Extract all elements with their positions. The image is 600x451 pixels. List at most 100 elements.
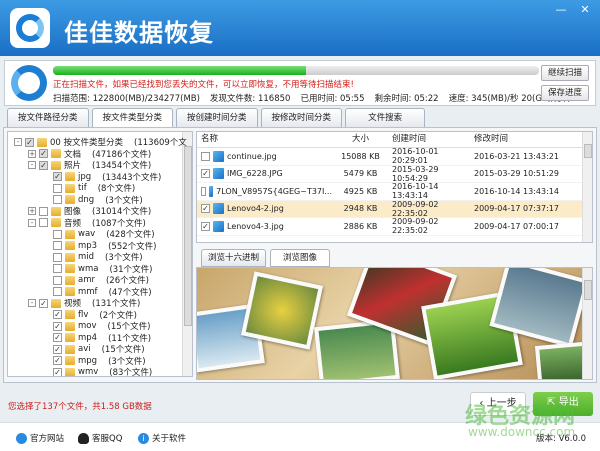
- title-bar: 佳佳数据恢复 — ✕: [0, 0, 600, 56]
- tree-node[interactable]: mid (3个文件): [42, 251, 143, 263]
- row-checkbox[interactable]: ✓: [201, 169, 210, 179]
- collapse-icon[interactable]: -: [28, 218, 36, 227]
- checkbox[interactable]: ✓: [53, 172, 62, 181]
- tab-by-type[interactable]: 按文件类型分类: [91, 108, 174, 128]
- tree-node[interactable]: - ✓ 00 按文件类型分类 (113609个文: [14, 136, 187, 148]
- preview-scrollbar[interactable]: [582, 268, 592, 379]
- table-row[interactable]: ✓ Lenovo4-2.jpg 2948 KB 2009-09-02 22:35:…: [197, 200, 592, 218]
- tab-by-path[interactable]: 按文件路径分类: [7, 108, 89, 128]
- save-progress-button[interactable]: 保存进度: [541, 85, 589, 101]
- node-count: (47186个文件): [92, 149, 152, 160]
- table-row[interactable]: ✓ Lenovo4-3.jpg 2886 KB 2009-09-02 22:35:…: [197, 217, 592, 236]
- checkbox[interactable]: [39, 206, 48, 216]
- checkbox[interactable]: [53, 229, 62, 239]
- file-modified: 2016-03-21 13:43:21: [474, 151, 559, 161]
- table-row[interactable]: 7LON_V8957S{4GEG~T37I... 4925 KB 2016-10…: [197, 182, 592, 201]
- row-checkbox[interactable]: ✓: [201, 204, 210, 214]
- tree-node[interactable]: ✓ wmv (83个文件): [42, 366, 152, 376]
- collapse-icon[interactable]: -: [14, 138, 22, 146]
- checkbox[interactable]: ✓: [53, 344, 62, 354]
- tree-node[interactable]: wma (31个文件): [42, 263, 152, 275]
- checkbox[interactable]: ✓: [53, 367, 62, 376]
- tree-node[interactable]: - 音频 (1087个文件): [28, 217, 146, 229]
- tab-file-search[interactable]: 文件搜索: [345, 108, 426, 128]
- image-file-icon: [208, 185, 214, 197]
- collapse-icon[interactable]: -: [28, 161, 36, 169]
- tree-node[interactable]: ✓ flv (2个文件): [42, 309, 137, 321]
- tree-node[interactable]: wav (428个文件): [42, 228, 155, 240]
- tree-node[interactable]: ✓ mpg (3个文件): [42, 355, 146, 367]
- tab-by-created[interactable]: 按创建时间分类: [176, 108, 258, 128]
- checkbox[interactable]: ✓: [53, 310, 62, 319]
- row-checkbox[interactable]: [201, 186, 206, 196]
- node-label: 照片: [64, 161, 82, 171]
- checkbox[interactable]: [53, 275, 62, 285]
- checkbox[interactable]: [53, 264, 62, 273]
- tree-node[interactable]: mp3 (552个文件): [42, 240, 156, 252]
- checkbox[interactable]: ✓: [53, 356, 62, 365]
- continue-scan-button[interactable]: 继续扫描: [541, 65, 589, 81]
- tab-by-modified[interactable]: 按修改时间分类: [260, 108, 343, 128]
- about-label: 关于软件: [152, 434, 187, 444]
- checkbox[interactable]: [53, 183, 62, 193]
- checkbox[interactable]: ✓: [53, 333, 62, 342]
- checkbox[interactable]: [53, 195, 62, 204]
- checkbox[interactable]: [53, 252, 62, 262]
- tree-node[interactable]: ✓ mov (15个文件): [42, 320, 150, 332]
- tree-node[interactable]: ✓ mp4 (11个文件): [42, 332, 151, 344]
- folder-icon: [51, 206, 61, 216]
- expand-icon[interactable]: +: [28, 207, 36, 215]
- folder-icon: [65, 275, 75, 285]
- tree-node[interactable]: amr (26个文件): [42, 274, 149, 286]
- col-name[interactable]: 名称: [197, 132, 332, 147]
- checkbox[interactable]: [39, 218, 48, 227]
- tree-node[interactable]: mmf (47个文件): [42, 286, 152, 298]
- file-name: Lenovo4-2.jpg: [227, 204, 284, 214]
- tree-node[interactable]: - ✓ 照片 (13454个文件): [28, 159, 151, 171]
- file-name: continue.jpg: [227, 151, 277, 161]
- folder-icon: [37, 137, 47, 147]
- list-scrollbar[interactable]: [582, 132, 592, 242]
- tree-node[interactable]: ✓ avi (15个文件): [42, 343, 145, 355]
- node-label: mid: [78, 252, 95, 262]
- main-panel: - ✓ 00 按文件类型分类 (113609个文 + ✓ 文档 (47186个文件) - ✓ 照片(…: [3, 127, 597, 383]
- node-label: 音频: [64, 218, 82, 229]
- folder-icon: [65, 287, 75, 296]
- node-count: (428个文件): [106, 230, 155, 240]
- table-row[interactable]: continue.jpg 15088 KB 2016-10-01 20:29:0…: [197, 147, 592, 166]
- website-link[interactable]: 官方网站: [16, 432, 64, 444]
- tree-node[interactable]: dng (3个文件): [42, 194, 143, 206]
- file-name: IMG_6228.JPG: [227, 169, 283, 179]
- collapse-icon[interactable]: -: [28, 299, 36, 307]
- folder-icon: [65, 356, 75, 365]
- tree-node[interactable]: tif (8个文件): [42, 182, 135, 194]
- file-size: 2948 KB: [343, 204, 378, 214]
- tree-node[interactable]: + 图像 (31014个文件): [28, 205, 151, 217]
- minimize-icon[interactable]: —: [550, 2, 572, 18]
- tree-node[interactable]: - ✓ 视频 (131个文件): [28, 297, 140, 309]
- col-size[interactable]: 大小: [332, 132, 389, 147]
- checkbox[interactable]: ✓: [39, 149, 48, 158]
- tab-image-view[interactable]: 浏览图像: [270, 249, 331, 267]
- row-checkbox[interactable]: ✓: [201, 221, 210, 231]
- checkbox[interactable]: ✓: [25, 137, 34, 147]
- file-type-tree: - ✓ 00 按文件类型分类 (113609个文 + ✓ 文档 (47186个文件) - ✓ 照片(…: [7, 131, 193, 377]
- tab-hex-view[interactable]: 浏览十六进制: [201, 249, 267, 267]
- col-created[interactable]: 创建时间: [389, 132, 471, 147]
- tree-node[interactable]: ✓ jpg (13443个文件): [42, 171, 161, 183]
- qq-link[interactable]: 客服QQ: [78, 432, 122, 444]
- checkbox[interactable]: ✓: [39, 160, 48, 170]
- close-icon[interactable]: ✕: [574, 2, 596, 18]
- checkbox[interactable]: ✓: [39, 298, 48, 308]
- table-row[interactable]: ✓ IMG_6228.JPG 5479 KB 2015-03-29 10:54:2…: [197, 165, 592, 183]
- about-link[interactable]: i 关于软件: [138, 432, 186, 444]
- checkbox[interactable]: ✓: [53, 321, 62, 331]
- tree-node[interactable]: + ✓ 文档 (47186个文件): [28, 148, 151, 160]
- tree-scrollbar[interactable]: [182, 132, 192, 376]
- expand-icon[interactable]: +: [28, 149, 36, 158]
- checkbox[interactable]: [53, 241, 62, 250]
- checkbox[interactable]: [53, 287, 62, 296]
- node-label: 图像: [64, 207, 82, 217]
- row-checkbox[interactable]: [201, 151, 210, 161]
- col-modified[interactable]: 修改时间: [471, 132, 563, 147]
